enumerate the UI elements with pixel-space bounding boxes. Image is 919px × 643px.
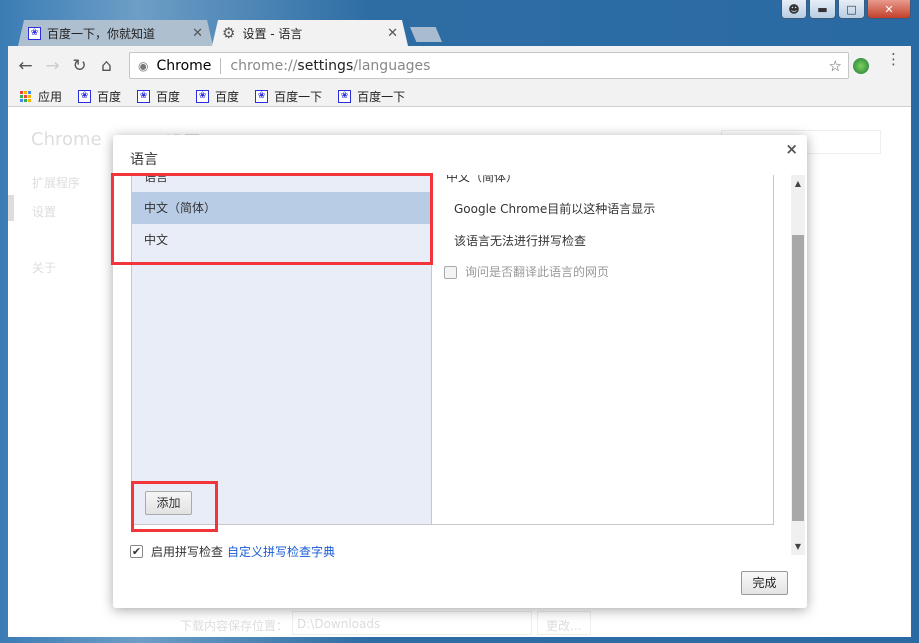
menu-icon[interactable]: ⋮ bbox=[886, 52, 901, 67]
translate-label: 询问是否翻译此语言的网页 bbox=[465, 265, 610, 279]
brand-title: Chrome bbox=[31, 129, 102, 150]
tab-label: 百度一下，你就知道 bbox=[47, 26, 156, 41]
tab-baidu[interactable]: ❀ 百度一下，你就知道 ✕ bbox=[18, 20, 213, 46]
custom-dictionary-link[interactable]: 自定义拼写检查字典 bbox=[227, 543, 335, 560]
gear-icon: ⚙ bbox=[222, 24, 236, 42]
minimize-button[interactable]: ▬ bbox=[809, 0, 836, 19]
close-icon[interactable]: × bbox=[785, 140, 798, 158]
maximize-button[interactable]: □ bbox=[838, 0, 865, 19]
detail-header: 中文（简体） bbox=[446, 175, 519, 184]
forward-icon[interactable]: → bbox=[39, 56, 66, 76]
bookmark-label: 应用 bbox=[38, 89, 63, 104]
download-path-field[interactable]: D:\Downloads bbox=[292, 611, 532, 635]
nav-settings[interactable]: 设置 bbox=[32, 203, 56, 220]
apps-grid-icon bbox=[20, 90, 31, 102]
bookmark-label: 百度 bbox=[156, 89, 181, 104]
spellcheck-note: 该语言无法进行拼写检查 bbox=[454, 234, 587, 248]
url-scheme: chrome:// bbox=[230, 57, 298, 74]
chrome-icon: ◉ bbox=[138, 58, 149, 73]
bookmark-item[interactable]: ❀ 百度 bbox=[137, 88, 180, 105]
highlight-box-add bbox=[131, 481, 218, 532]
url-text: chrome://settings/languages bbox=[230, 58, 430, 74]
close-window-button[interactable]: ✕ bbox=[867, 0, 911, 19]
close-tab-icon[interactable]: ✕ bbox=[192, 26, 203, 41]
bookmark-label: 百度 bbox=[97, 89, 122, 104]
bookmark-star-icon[interactable]: ☆ bbox=[829, 57, 842, 75]
download-label: 下载内容保存位置： bbox=[180, 619, 289, 633]
baidu-paw-icon: ❀ bbox=[338, 89, 352, 103]
nav-extensions[interactable]: 扩展程序 bbox=[32, 174, 80, 191]
scroll-down-icon[interactable]: ▼ bbox=[791, 542, 805, 551]
url-path: /languages bbox=[353, 57, 431, 74]
window-controls: ☻ ▬ □ ✕ bbox=[781, 0, 911, 19]
scrollbar[interactable]: ▲ ▼ bbox=[791, 175, 805, 555]
site-label: Chrome bbox=[156, 57, 212, 74]
extension-icon[interactable] bbox=[853, 58, 869, 74]
bookmark-label: 百度一下 bbox=[357, 89, 406, 104]
baidu-paw-icon: ❀ bbox=[28, 27, 41, 40]
display-language-note: Google Chrome目前以这种语言显示 bbox=[454, 202, 656, 216]
bookmark-label: 百度 bbox=[215, 89, 240, 104]
url-host: settings bbox=[297, 57, 354, 74]
baidu-paw-icon: ❀ bbox=[137, 89, 151, 103]
close-tab-icon[interactable]: ✕ bbox=[387, 26, 398, 41]
translate-option[interactable]: 询问是否翻译此语言的网页 bbox=[444, 263, 609, 280]
user-button[interactable]: ☻ bbox=[781, 0, 807, 19]
translate-checkbox[interactable] bbox=[444, 266, 457, 279]
language-detail: 中文（简体） Google Chrome目前以这种语言显示 该语言无法进行拼写检… bbox=[432, 175, 774, 525]
bookmark-label: 百度一下 bbox=[274, 89, 323, 104]
spellcheck-row: ✔ 启用拼写检查 自定义拼写检查字典 bbox=[130, 543, 335, 560]
toolbar: ← → ↻ ⌂ ◉ Chrome chrome://settings/langu… bbox=[8, 46, 911, 86]
tab-label: 设置 - 语言 bbox=[242, 26, 303, 41]
highlight-box-languages bbox=[111, 173, 433, 265]
bookmark-apps[interactable]: 应用 bbox=[20, 88, 62, 105]
nav-about[interactable]: 关于 bbox=[32, 259, 56, 276]
divider bbox=[220, 57, 222, 74]
spellcheck-checkbox[interactable]: ✔ bbox=[130, 545, 143, 558]
home-icon[interactable]: ⌂ bbox=[93, 56, 120, 76]
bookmark-item[interactable]: ❀ 百度 bbox=[196, 88, 239, 105]
reload-icon[interactable]: ↻ bbox=[66, 56, 93, 76]
baidu-paw-icon: ❀ bbox=[255, 89, 269, 103]
spellcheck-label: 启用拼写检查 bbox=[151, 545, 224, 559]
nav-indicator bbox=[8, 195, 14, 221]
baidu-paw-icon: ❀ bbox=[78, 89, 92, 103]
bookmark-item[interactable]: ❀ 百度一下 bbox=[338, 88, 405, 105]
bookmark-item[interactable]: ❀ 百度一下 bbox=[255, 88, 322, 105]
done-button[interactable]: 完成 bbox=[741, 571, 788, 595]
bookmark-item[interactable]: ❀ 百度 bbox=[78, 88, 121, 105]
address-bar[interactable]: ◉ Chrome chrome://settings/languages ☆ bbox=[129, 52, 849, 79]
tab-settings-language[interactable]: ⚙ 设置 - 语言 ✕ bbox=[212, 20, 408, 46]
change-button[interactable]: 更改... bbox=[537, 611, 591, 635]
scroll-up-icon[interactable]: ▲ bbox=[791, 179, 805, 188]
scrollbar-thumb[interactable] bbox=[792, 235, 804, 521]
bookmarks-bar: 应用 ❀ 百度 ❀ 百度 ❀ 百度 ❀ 百度一下 ❀ 百度一下 bbox=[8, 86, 911, 107]
dialog-title: 语言 bbox=[130, 152, 158, 168]
baidu-paw-icon: ❀ bbox=[196, 89, 210, 103]
back-icon[interactable]: ← bbox=[12, 56, 39, 76]
